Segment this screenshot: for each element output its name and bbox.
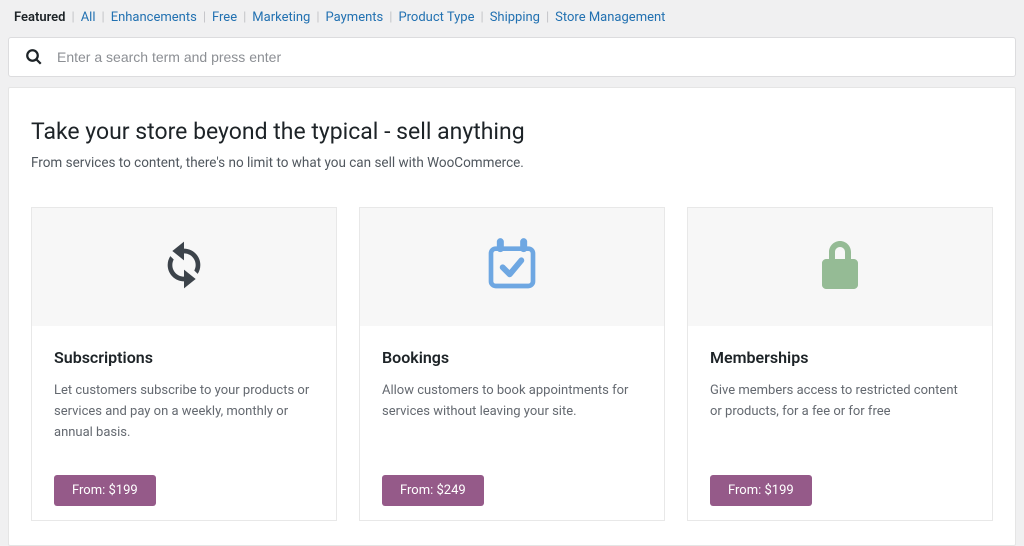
calendar-check-icon	[484, 237, 540, 297]
search-icon	[25, 48, 43, 66]
card-memberships[interactable]: Memberships Give members access to restr…	[687, 207, 993, 521]
card-icon-area	[360, 208, 664, 326]
tab-all[interactable]: All	[75, 10, 102, 25]
hero-title: Take your store beyond the typical - sel…	[31, 118, 993, 145]
refresh-icon	[156, 237, 212, 297]
card-subscriptions[interactable]: Subscriptions Let customers subscribe to…	[31, 207, 337, 521]
card-body: Subscriptions Let customers subscribe to…	[32, 326, 336, 520]
tab-marketing[interactable]: Marketing	[246, 10, 316, 25]
card-title: Memberships	[710, 348, 970, 367]
card-bookings[interactable]: Bookings Allow customers to book appoint…	[359, 207, 665, 521]
buy-button-subscriptions[interactable]: From: $199	[54, 475, 156, 506]
main-panel: Take your store beyond the typical - sel…	[8, 87, 1016, 546]
card-icon-area	[688, 208, 992, 326]
card-description: Let customers subscribe to your products…	[54, 381, 314, 457]
search-input[interactable]	[57, 49, 999, 65]
buy-button-bookings[interactable]: From: $249	[382, 475, 484, 506]
tab-free[interactable]: Free	[206, 10, 243, 25]
lock-icon	[816, 237, 864, 297]
product-cards: Subscriptions Let customers subscribe to…	[31, 207, 993, 521]
tab-product-type[interactable]: Product Type	[392, 10, 480, 25]
card-description: Give members access to restricted conten…	[710, 381, 970, 457]
card-title: Bookings	[382, 348, 642, 367]
tab-featured[interactable]: Featured	[8, 10, 72, 25]
search-box	[8, 37, 1016, 77]
tab-shipping[interactable]: Shipping	[484, 10, 546, 25]
card-description: Allow customers to book appointments for…	[382, 381, 642, 457]
card-icon-area	[32, 208, 336, 326]
card-title: Subscriptions	[54, 348, 314, 367]
hero-subtitle: From services to content, there's no lim…	[31, 155, 993, 171]
card-body: Bookings Allow customers to book appoint…	[360, 326, 664, 520]
tab-enhancements[interactable]: Enhancements	[105, 10, 203, 25]
tab-store-management[interactable]: Store Management	[549, 10, 671, 25]
card-body: Memberships Give members access to restr…	[688, 326, 992, 520]
category-tabs: Featured | All | Enhancements | Free | M…	[0, 0, 1024, 37]
buy-button-memberships[interactable]: From: $199	[710, 475, 812, 506]
tab-payments[interactable]: Payments	[320, 10, 390, 25]
